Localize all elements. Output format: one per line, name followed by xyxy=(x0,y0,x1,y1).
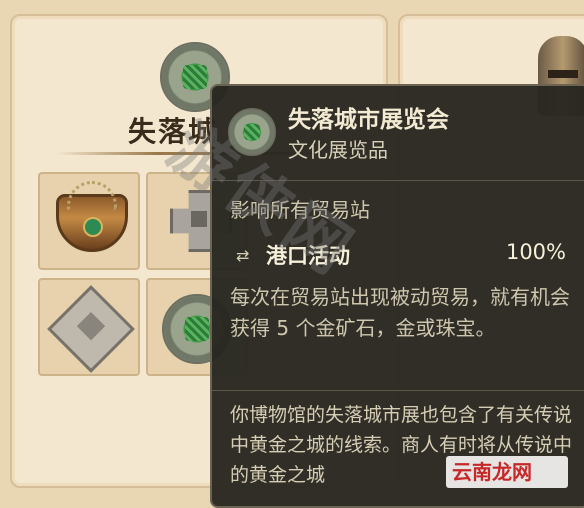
medal-icon xyxy=(228,108,276,156)
tooltip-title: 失落城市展览会 xyxy=(288,107,449,133)
necklace-icon xyxy=(56,181,128,252)
ruin-icon xyxy=(47,285,135,373)
artifact-slot[interactable] xyxy=(38,278,140,376)
tooltip-divider xyxy=(212,390,584,391)
artifact-tooltip: 失落城市展览会 文化展览品 影响所有贸易站 ⇄ 港口活动 100% 每次在贸易站… xyxy=(210,84,584,508)
collection-title: 失落城 xyxy=(128,115,218,148)
tooltip-header: 失落城市展览会 文化展览品 xyxy=(212,86,584,180)
tooltip-divider xyxy=(212,180,584,181)
site-watermark: 云南龙网 xyxy=(446,456,568,488)
tooltip-subtitle: 文化展览品 xyxy=(288,138,388,162)
effect-description: 每次在贸易站出现被动贸易，就有机会获得 5 个金矿石，金或珠宝。 xyxy=(230,285,570,340)
swap-icon: ⇄ xyxy=(236,246,250,265)
artifact-slot[interactable] xyxy=(38,172,140,270)
effect-scope: 影响所有贸易站 xyxy=(230,198,370,222)
effect-value: 100% xyxy=(505,240,566,264)
effect-name: 港口活动 xyxy=(266,244,350,268)
